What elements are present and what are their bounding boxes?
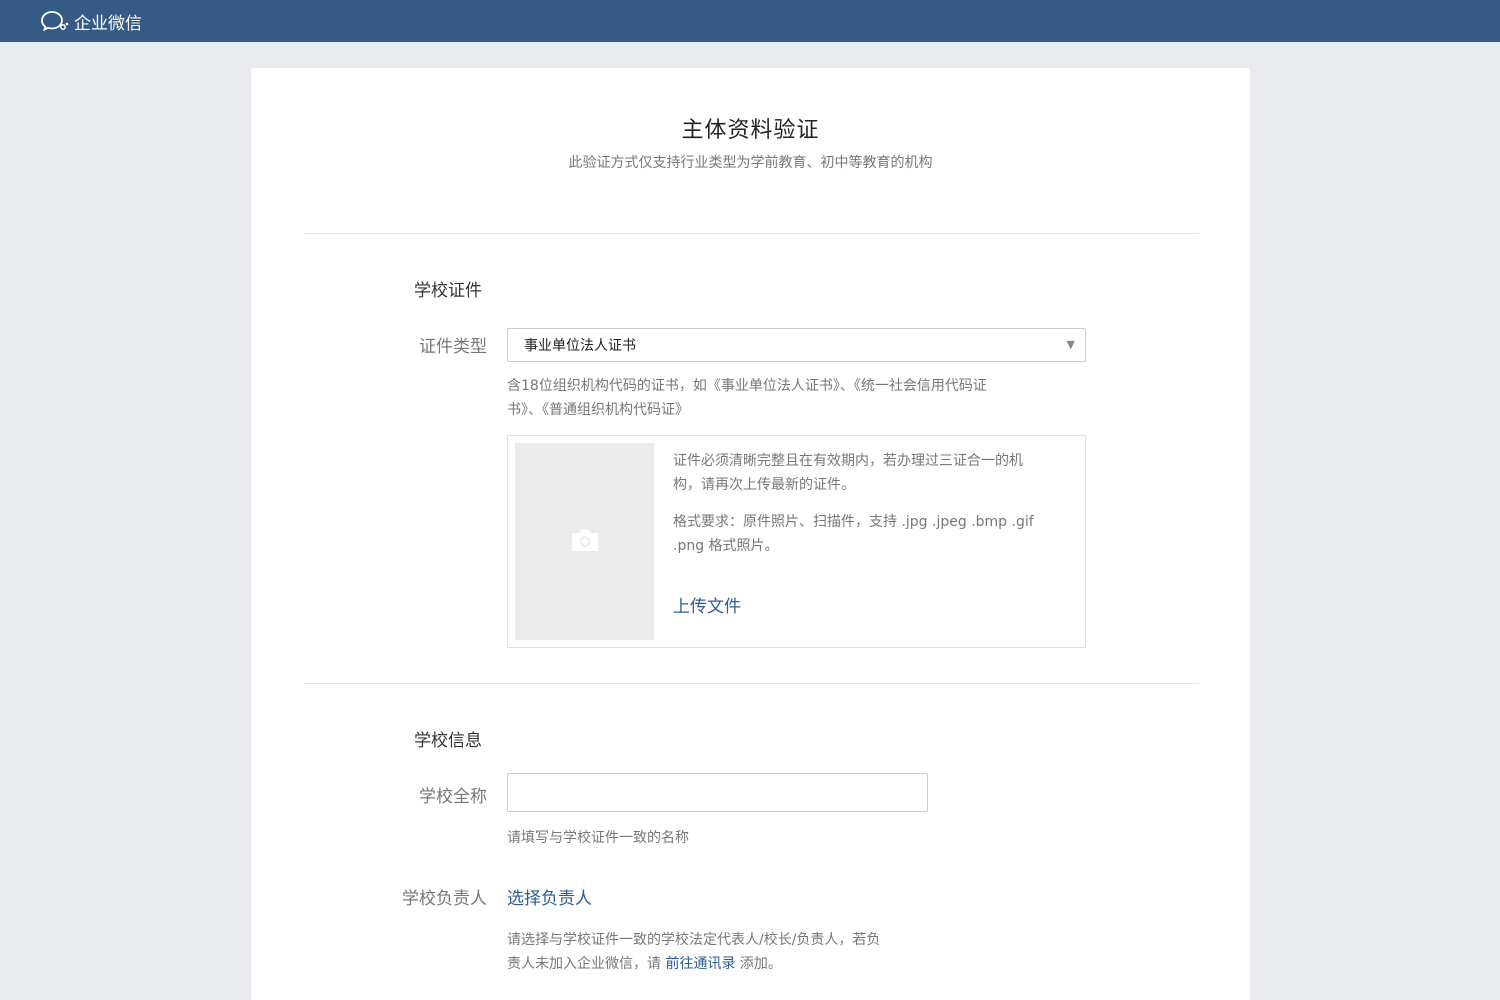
note-line: 证件必须清晰完整且在有效期内，若办理过三证合一的机 <box>673 453 1023 469</box>
school-name-input[interactable] <box>507 773 928 812</box>
hint-text: 添加。 <box>735 956 782 972</box>
school-info-section-title: 学校信息 <box>414 731 482 751</box>
camera-icon <box>569 527 601 557</box>
certificate-upload-box: 证件必须清晰完整且在有效期内，若办理过三证合一的机 构，请再次上传最新的证件。 … <box>507 435 1086 648</box>
certificate-type-value: 事业单位法人证书 <box>524 338 636 354</box>
principal-label: 学校负责人 <box>402 889 487 909</box>
top-bar: 企业微信 <box>0 0 1500 42</box>
certificate-section-title: 学校证件 <box>414 281 482 301</box>
hint-line: 请选择与学校证件一致的学校法定代表人/校长/负责人，若负 <box>507 932 881 948</box>
go-to-contacts-link[interactable]: 前往通讯录 <box>665 956 735 972</box>
verification-card: 主体资料验证 此验证方式仅支持行业类型为学前教育、初中等教育的机构 学校证件 证… <box>251 68 1250 1000</box>
upload-file-link[interactable]: 上传文件 <box>673 592 741 617</box>
hint-line: 责人未加入企业微信，请 前往通讯录 添加。 <box>507 952 880 976</box>
upload-preview[interactable] <box>515 443 654 640</box>
page-subtitle: 此验证方式仅支持行业类型为学前教育、初中等教育的机构 <box>568 155 933 171</box>
brand-logo[interactable]: 企业微信 <box>40 9 142 34</box>
school-name-hint: 请填写与学校证件一致的名称 <box>507 830 689 846</box>
dropdown-arrow-icon: ▼ <box>1066 338 1075 351</box>
upload-note: 证件必须清晰完整且在有效期内，若办理过三证合一的机 构，请再次上传最新的证件。 <box>673 449 1073 497</box>
brand-name: 企业微信 <box>74 13 142 34</box>
format-line: 格式要求：原件照片、扫描件，支持 .jpg .jpeg .bmp .gif <box>673 514 1034 530</box>
certificate-type-hint: 含18位组织机构代码的证书，如《事业单位法人证书》、《统一社会信用代码证 书》、… <box>507 374 987 422</box>
certificate-type-select[interactable]: 事业单位法人证书 ▼ <box>507 328 1086 362</box>
note-line: 构，请再次上传最新的证件。 <box>673 477 855 493</box>
upload-format-requirements: 格式要求：原件照片、扫描件，支持 .jpg .jpeg .bmp .gif .p… <box>673 510 1073 558</box>
chat-bubble-icon <box>40 9 70 33</box>
school-name-label: 学校全称 <box>419 787 487 807</box>
hint-line: 含18位组织机构代码的证书，如《事业单位法人证书》、《统一社会信用代码证 <box>507 378 987 394</box>
principal-hint: 请选择与学校证件一致的学校法定代表人/校长/负责人，若负 责人未加入企业微信，请… <box>507 928 880 976</box>
certificate-type-label: 证件类型 <box>419 337 487 357</box>
hint-line: 书》、《普通组织机构代码证》 <box>507 402 689 418</box>
divider <box>304 233 1199 234</box>
page-title: 主体资料验证 <box>681 118 820 143</box>
select-principal-link[interactable]: 选择负责人 <box>507 884 592 909</box>
format-line: .png 格式照片。 <box>673 538 779 554</box>
divider <box>304 683 1199 684</box>
hint-text: 责人未加入企业微信，请 <box>507 956 666 972</box>
